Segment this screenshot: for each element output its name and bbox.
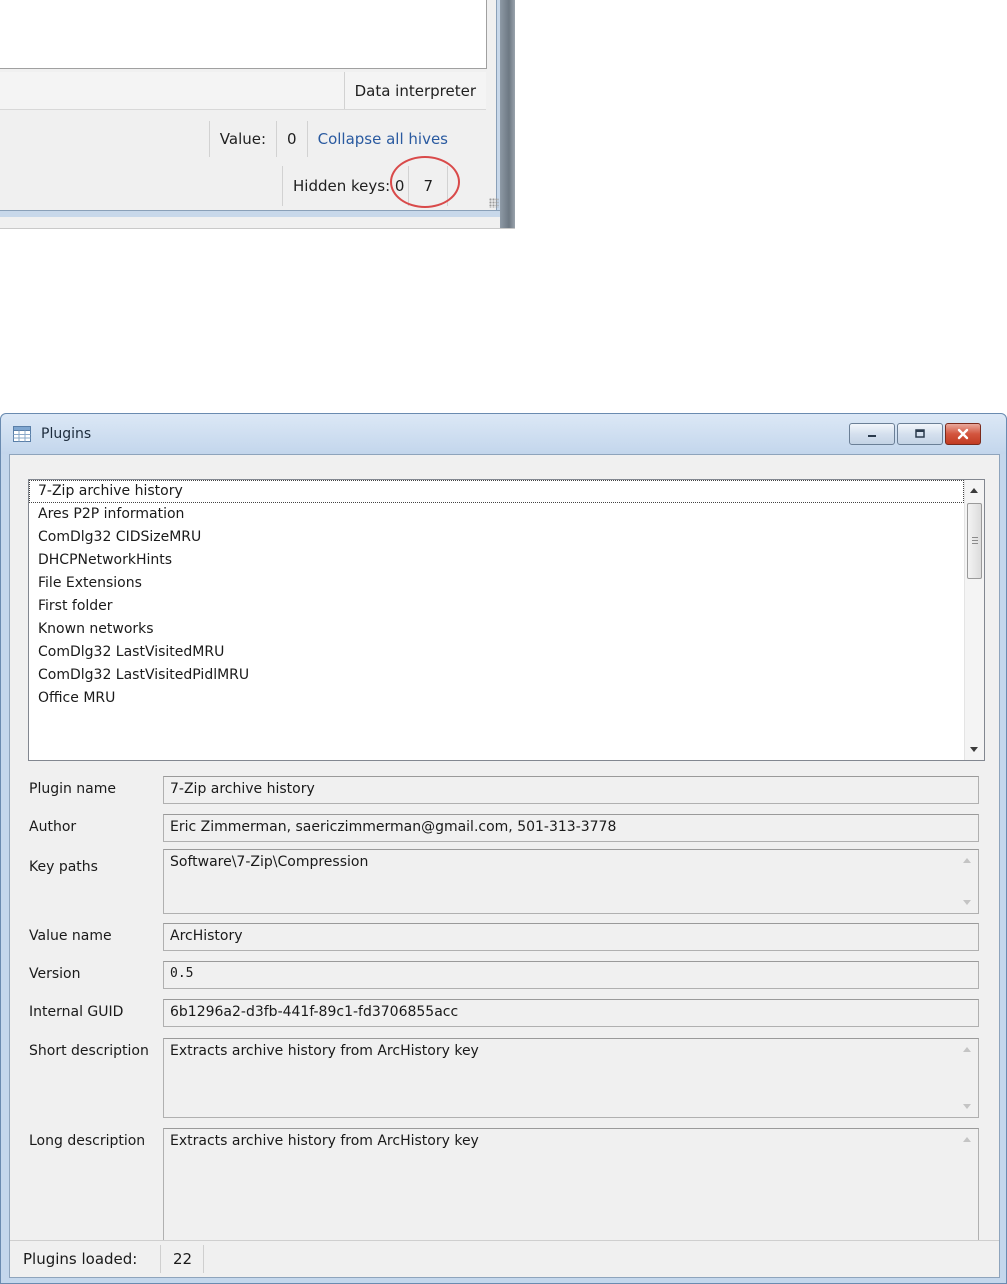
key-paths-field[interactable]: Software\7-Zip\Compression: [163, 849, 979, 914]
list-item[interactable]: ComDlg32 LastVisitedMRU: [29, 641, 964, 664]
short-description-scrollbar[interactable]: [958, 1039, 978, 1117]
key-paths-value: Software\7-Zip\Compression: [170, 854, 369, 870]
list-item[interactable]: Known networks: [29, 618, 964, 641]
maximize-icon: [915, 429, 925, 438]
scroll-up-arrow-icon[interactable]: [963, 1137, 971, 1142]
plugins-client-area: 7-Zip archive history Ares P2P informati…: [9, 454, 1000, 1278]
value-count: 0: [276, 121, 307, 157]
internal-guid-field[interactable]: 6b1296a2-d3fb-441f-89c1-fd3706855acc: [163, 999, 979, 1027]
list-item[interactable]: ComDlg32 CIDSizeMRU: [29, 526, 964, 549]
highlight-circle: [390, 156, 460, 208]
scroll-up-arrow-icon[interactable]: [970, 488, 978, 493]
window-frame-bottom: [0, 210, 501, 217]
value-name-field[interactable]: ArcHistory: [163, 923, 979, 951]
list-item[interactable]: File Extensions: [29, 572, 964, 595]
plugin-name-label: Plugin name: [29, 781, 117, 797]
scroll-down-arrow-icon[interactable]: [970, 747, 978, 752]
plugins-loaded-label: Plugins loaded:: [23, 1250, 138, 1268]
version-label: Version: [29, 966, 81, 982]
plugin-list-items: 7-Zip archive history Ares P2P informati…: [29, 480, 964, 710]
internal-guid-label: Internal GUID: [29, 1004, 124, 1020]
list-item[interactable]: 7-Zip archive history: [29, 480, 964, 503]
plugin-list[interactable]: 7-Zip archive history Ares P2P informati…: [28, 479, 985, 761]
list-item[interactable]: DHCPNetworkHints: [29, 549, 964, 572]
status-bar: Plugins loaded: 22: [10, 1240, 999, 1277]
desktop-edge: [500, 0, 515, 228]
plugins-loaded-count: 22: [160, 1245, 204, 1273]
version-field[interactable]: 0.5: [163, 961, 979, 989]
value-label: Value:: [208, 121, 276, 157]
maximize-button[interactable]: [897, 423, 943, 445]
grid-app-icon: [13, 426, 31, 442]
grid-area: [0, 0, 487, 69]
list-item[interactable]: Ares P2P information: [29, 503, 964, 526]
thumb-gripper-icon: [972, 537, 978, 544]
long-description-label: Long description: [29, 1133, 146, 1149]
window-title: Plugins: [41, 426, 92, 442]
value-status-row: Value: 0 Collapse all hives: [0, 121, 486, 157]
short-description-label: Short description: [29, 1043, 149, 1059]
minimize-icon: [868, 435, 876, 437]
short-description-value: Extracts archive history from ArcHistory…: [170, 1043, 479, 1059]
short-description-field[interactable]: Extracts archive history from ArcHistory…: [163, 1038, 979, 1118]
plugins-window: Plugins 7-Zip archive history Ares P2P i…: [0, 413, 1007, 1284]
list-item[interactable]: ComDlg32 LastVisitedPidlMRU: [29, 664, 964, 687]
plugin-name-field[interactable]: 7-Zip archive history: [163, 776, 979, 804]
scroll-up-arrow-icon[interactable]: [963, 1047, 971, 1052]
scroll-up-arrow-icon[interactable]: [963, 858, 971, 863]
close-icon: [957, 428, 969, 440]
key-paths-label: Key paths: [29, 859, 98, 875]
scroll-down-arrow-icon[interactable]: [963, 1104, 971, 1109]
collapse-all-hives-link[interactable]: Collapse all hives: [306, 121, 486, 157]
value-name-label: Value name: [29, 928, 112, 944]
title-bar[interactable]: Plugins: [1, 414, 1006, 454]
list-item[interactable]: First folder: [29, 595, 964, 618]
resize-grip-icon[interactable]: [489, 198, 499, 208]
main-window-crop: Data interpreter Value: 0 Collapse all h…: [0, 0, 515, 229]
data-interpreter-bar: Data interpreter: [0, 72, 486, 110]
scrollbar-thumb[interactable]: [967, 503, 982, 579]
close-button[interactable]: [945, 423, 981, 445]
scroll-down-arrow-icon[interactable]: [963, 900, 971, 905]
list-item[interactable]: Office MRU: [29, 687, 964, 710]
key-paths-scrollbar[interactable]: [958, 850, 978, 913]
author-label: Author: [29, 819, 77, 835]
data-interpreter-button[interactable]: Data interpreter: [343, 72, 486, 109]
author-field[interactable]: Eric Zimmerman, saericzimmerman@gmail.co…: [163, 814, 979, 842]
long-description-value: Extracts archive history from ArcHistory…: [170, 1133, 479, 1149]
minimize-button[interactable]: [849, 423, 895, 445]
plugin-list-scrollbar[interactable]: [964, 480, 984, 760]
